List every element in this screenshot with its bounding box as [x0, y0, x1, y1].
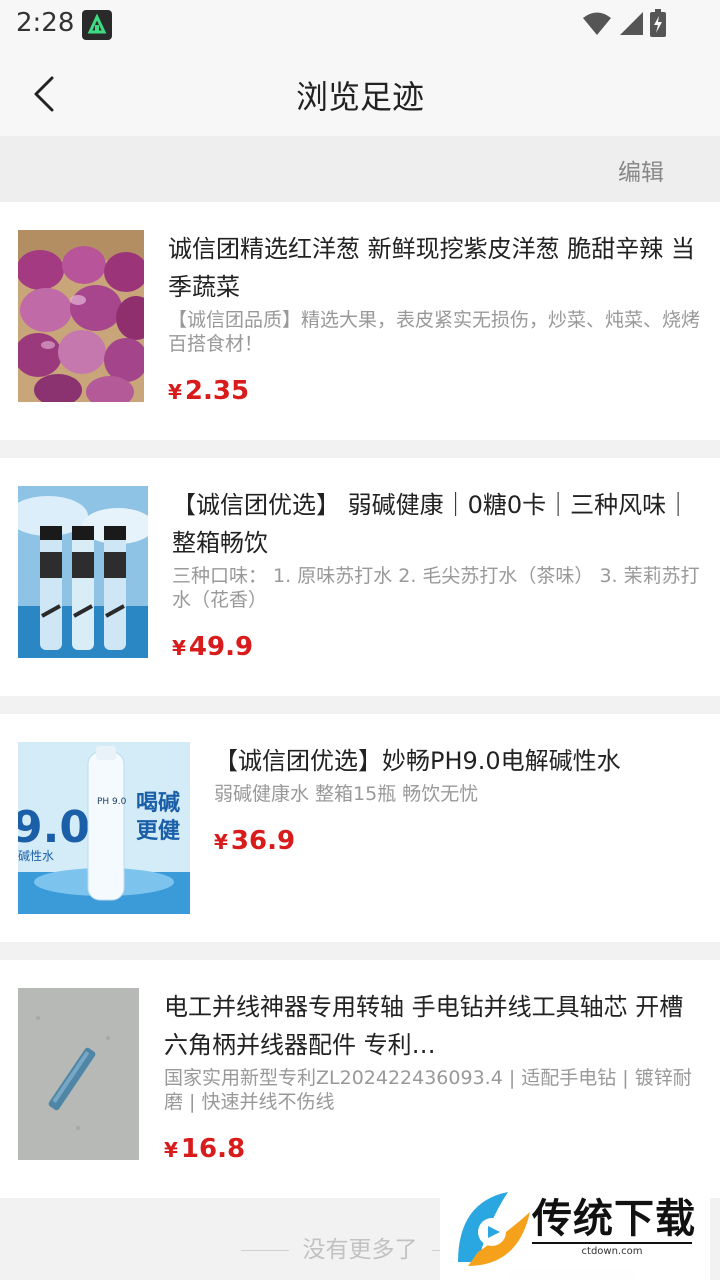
price-value: 16.8	[180, 1134, 246, 1164]
bottle-label-text: PH 9.0	[97, 797, 127, 807]
nav-bar: 浏览足迹	[0, 52, 720, 136]
edit-button[interactable]: 编辑	[618, 153, 664, 187]
currency-symbol: ¥	[168, 380, 182, 404]
product-title: 诚信团精选红洋葱 新鲜现挖紫皮洋葱 脆甜辛辣 当季蔬菜	[168, 235, 695, 301]
product-description: 弱碱健康水 整箱15瓶 畅饮无忧	[214, 783, 479, 805]
watermark: 传统下载 ctdown.com	[440, 1168, 710, 1280]
product-image	[18, 988, 139, 1160]
product-description: 三种口味： 1. 原味苏打水 2. 毛尖苏打水（茶味） 3. 茉莉苏打水（花香）	[172, 565, 700, 611]
watermark-title: 传统下载	[532, 1196, 696, 1242]
product-title: 【诚信团优选】妙畅PH9.0电解碱性水	[214, 747, 621, 775]
product-title: 【诚信团优选】 弱碱健康｜0糖0卡｜三种风味｜整箱畅饮	[172, 491, 691, 557]
image-big-number: 9.0	[18, 802, 90, 853]
history-item[interactable]: 9.0 碱性水 PH 9.0 喝碱 更健 【诚信团优选】妙畅PH9.0电解碱性水…	[0, 714, 720, 942]
edit-bar: 编辑	[0, 136, 720, 202]
product-description: 国家实用新型专利ZL202422436093.4 | 适配手电钻 | 镀锌耐磨 …	[164, 1067, 692, 1113]
cell-signal-icon	[618, 10, 644, 40]
product-title: 电工并线神器专用转轴 手电钻并线工具轴芯 开槽六角柄并线器配件 专利…	[164, 993, 684, 1059]
price-value: 2.35	[184, 376, 250, 406]
status-bar: 2:28	[0, 0, 720, 52]
product-price: ¥16.8	[164, 1134, 702, 1164]
product-image	[18, 230, 144, 402]
page-title: 浏览足迹	[295, 78, 424, 116]
product-price: ¥49.9	[172, 632, 702, 662]
app-notification-icon	[82, 10, 112, 40]
image-slogan-1: 喝碱	[136, 790, 180, 816]
watermark-url: ctdown.com	[532, 1242, 692, 1257]
no-more-text: 没有更多了	[302, 1237, 418, 1263]
history-item[interactable]: 电工并线神器专用转轴 手电钻并线工具轴芯 开槽六角柄并线器配件 专利… 国家实用…	[0, 960, 720, 1198]
divider-line	[240, 1250, 289, 1251]
price-value: 36.9	[230, 826, 296, 856]
product-price: ¥2.35	[168, 376, 702, 406]
wifi-icon	[582, 10, 612, 40]
currency-symbol: ¥	[214, 830, 228, 854]
image-side-text: 碱性水	[18, 849, 54, 863]
product-image	[18, 486, 148, 658]
product-image: 9.0 碱性水 PH 9.0 喝碱 更健	[18, 742, 190, 914]
history-item[interactable]: 【诚信团优选】 弱碱健康｜0糖0卡｜三种风味｜整箱畅饮 三种口味： 1. 原味苏…	[0, 458, 720, 696]
product-price: ¥36.9	[214, 826, 702, 856]
currency-symbol: ¥	[164, 1138, 178, 1162]
history-item[interactable]: 诚信团精选红洋葱 新鲜现挖紫皮洋葱 脆甜辛辣 当季蔬菜 【诚信团品质】精选大果，…	[0, 202, 720, 440]
battery-charging-icon	[650, 9, 666, 41]
product-description: 【诚信团品质】精选大果，表皮紧实无损伤，炒菜、炖菜、烧烤百搭食材！	[168, 309, 701, 355]
image-slogan-2: 更健	[136, 818, 180, 844]
price-value: 49.9	[188, 632, 254, 662]
watermark-logo-icon	[458, 1192, 530, 1266]
currency-symbol: ¥	[172, 636, 186, 660]
status-time: 2:28	[16, 8, 75, 38]
